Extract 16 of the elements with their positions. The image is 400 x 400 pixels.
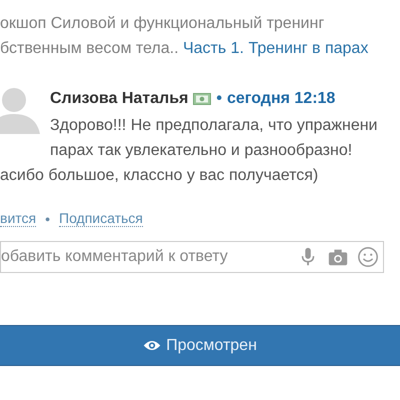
comment-box[interactable]: обавить комментарий к ответу <box>0 241 384 273</box>
avatar-icon <box>0 86 42 134</box>
action-link[interactable]: Подписаться <box>59 210 143 227</box>
eye-icon <box>143 339 162 352</box>
author-name[interactable]: Слизова Наталья <box>50 88 188 110</box>
reply-field[interactable]: обавить комментарий к ответу <box>1 248 289 266</box>
comment-text: Здорово!!! Не предполагала, что упражнени парах так увлекательно и разнообразно! асибо большое, классно у вас получается) <box>0 116 378 186</box>
comment-time[interactable]: сегодня 12:18 <box>226 88 336 110</box>
separator-dot: • <box>45 210 50 226</box>
topic-link[interactable]: Часть 1. Тренинг в парах <box>182 40 368 57</box>
banknote-icon <box>193 93 212 105</box>
action-link[interactable]: вится <box>0 210 36 227</box>
viewed-button[interactable]: Просмотрен <box>0 325 400 366</box>
topic-title: окшоп Силовой и функциональный тренинг бственным весом тела.. Часть 1. Тренинг в парах <box>0 14 370 59</box>
smiley-icon[interactable] <box>357 246 379 268</box>
separator-dot: • <box>216 89 222 109</box>
